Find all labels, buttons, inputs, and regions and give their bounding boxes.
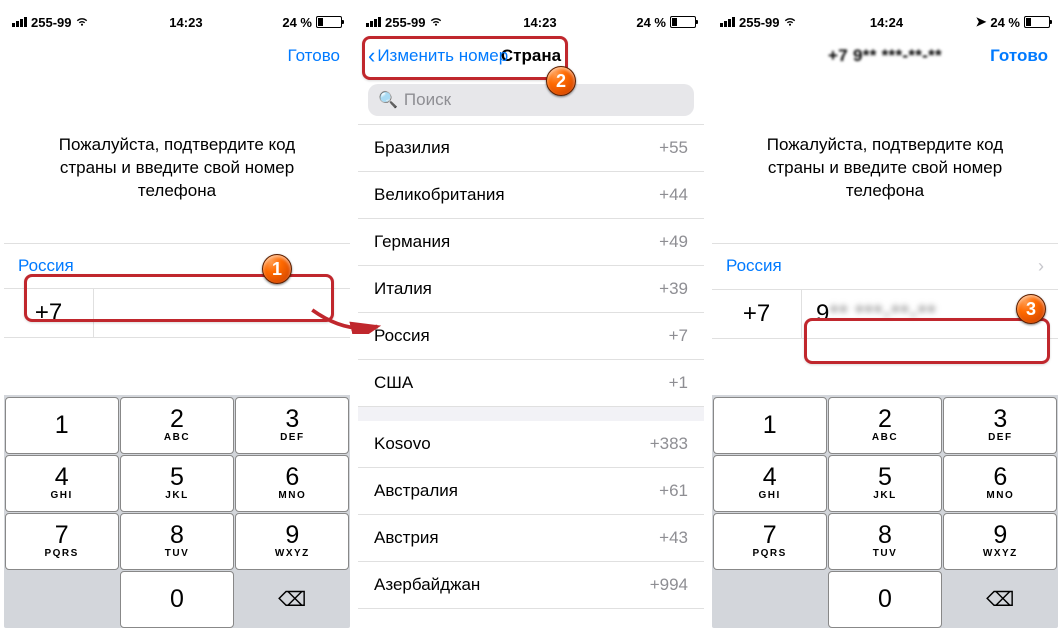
done-button[interactable]: Готово (288, 46, 341, 66)
key-7[interactable]: 7PQRS (5, 513, 119, 570)
key-9[interactable]: 9WXYZ (943, 513, 1057, 570)
back-label: Изменить номер (377, 46, 508, 66)
country-name: Россия (726, 256, 782, 276)
key-2[interactable]: 2ABC (828, 397, 942, 454)
battery-icon (316, 16, 342, 28)
back-button[interactable]: ‹ Изменить номер (368, 45, 508, 67)
key-6[interactable]: 6MNO (235, 455, 349, 512)
country-row[interactable]: Россия+7 (358, 313, 704, 360)
battery-percent: 24 % (636, 15, 666, 30)
chevron-right-icon: › (1038, 256, 1044, 277)
country-row[interactable]: Kosovo+383 (358, 421, 704, 468)
key-5[interactable]: 5JKL (120, 455, 234, 512)
search-icon: 🔍 (378, 90, 398, 110)
status-time: 14:23 (169, 15, 202, 30)
signal-icon (12, 17, 27, 27)
signal-icon (720, 17, 735, 27)
screen-2-country-list: 255-99 14:23 24 % ‹ Изменить номер Стран… (358, 4, 704, 628)
numeric-keypad: 1 2ABC 3DEF 4GHI 5JKL 6MNO 7PQRS 8TUV 9W… (4, 395, 350, 628)
key-backspace[interactable]: ⌫ (943, 571, 1057, 628)
country-list-popular: Бразилия+55 Великобритания+44 Германия+4… (358, 124, 704, 407)
phone-number-input[interactable] (94, 303, 350, 323)
status-bar: 255-99 14:23 24 % (4, 10, 350, 34)
key-1[interactable]: 1 (713, 397, 827, 454)
key-4[interactable]: 4GHI (713, 455, 827, 512)
phone-input-row[interactable]: +7 9** ***-**-** (712, 290, 1058, 339)
key-6[interactable]: 6MNO (943, 455, 1057, 512)
instruction-text: Пожалуйста, подтвердите код страны и вве… (4, 78, 350, 243)
key-8[interactable]: 8TUV (828, 513, 942, 570)
carrier-label: 255-99 (31, 15, 71, 30)
country-list-all: Kosovo+383 Австралия+61 Австрия+43 Азерб… (358, 421, 704, 609)
key-0[interactable]: 0 (828, 571, 942, 628)
status-time: 14:23 (523, 15, 556, 30)
carrier-label: 255-99 (739, 15, 779, 30)
battery-percent: 24 % (282, 15, 312, 30)
country-row[interactable]: Австрия+43 (358, 515, 704, 562)
country-name: Россия (18, 256, 74, 276)
nav-bar: Готово (4, 34, 350, 78)
instruction-text: Пожалуйста, подтвердите код страны и вве… (712, 78, 1058, 243)
country-row[interactable]: Италия+39 (358, 266, 704, 313)
battery-icon (670, 16, 696, 28)
key-3[interactable]: 3DEF (943, 397, 1057, 454)
search-field[interactable]: 🔍 Поиск (368, 84, 694, 116)
country-row[interactable]: Германия+49 (358, 219, 704, 266)
screen-3-number-entered: 255-99 14:24 ➤ 24 % +7 9** ***-**-** Гот… (712, 4, 1058, 628)
dial-code: +7 (4, 289, 94, 337)
key-3[interactable]: 3DEF (235, 397, 349, 454)
numeric-keypad: 1 2ABC 3DEF 4GHI 5JKL 6MNO 7PQRS 8TUV 9W… (712, 395, 1058, 628)
key-backspace[interactable]: ⌫ (235, 571, 349, 628)
battery-percent: 24 % (990, 15, 1020, 30)
phone-number-input[interactable]: 9** ***-**-** (802, 290, 1058, 338)
phone-input-row[interactable]: +7 (4, 289, 350, 338)
country-selector-row[interactable]: Россия (4, 243, 350, 289)
key-5[interactable]: 5JKL (828, 455, 942, 512)
country-row[interactable]: Великобритания+44 (358, 172, 704, 219)
key-4[interactable]: 4GHI (5, 455, 119, 512)
battery-icon (1024, 16, 1050, 28)
nav-bar: +7 9** ***-**-** Готово (712, 34, 1058, 78)
wifi-icon (783, 17, 797, 27)
key-empty (5, 571, 119, 628)
chevron-left-icon: ‹ (368, 45, 375, 67)
country-selector-row[interactable]: Россия › (712, 243, 1058, 290)
search-placeholder: Поиск (404, 90, 451, 110)
key-empty (713, 571, 827, 628)
carrier-label: 255-99 (385, 15, 425, 30)
screen-1-enter-phone: 255-99 14:23 24 % Готово Пожалуйста, под… (4, 4, 350, 628)
key-1[interactable]: 1 (5, 397, 119, 454)
status-time: 14:24 (870, 15, 903, 30)
done-button[interactable]: Готово (990, 46, 1048, 66)
wifi-icon (75, 17, 89, 27)
nav-bar: ‹ Изменить номер Страна (358, 34, 704, 78)
dial-code: +7 (712, 290, 802, 338)
location-icon: ➤ (975, 14, 986, 30)
country-row[interactable]: Азербайджан+994 (358, 562, 704, 609)
key-8[interactable]: 8TUV (120, 513, 234, 570)
country-row[interactable]: Австралия+61 (358, 468, 704, 515)
signal-icon (366, 17, 381, 27)
key-2[interactable]: 2ABC (120, 397, 234, 454)
country-row[interactable]: США+1 (358, 360, 704, 407)
key-0[interactable]: 0 (120, 571, 234, 628)
country-row[interactable]: Бразилия+55 (358, 125, 704, 172)
key-7[interactable]: 7PQRS (713, 513, 827, 570)
status-bar: 255-99 14:23 24 % (358, 10, 704, 34)
status-bar: 255-99 14:24 ➤ 24 % (712, 10, 1058, 34)
key-9[interactable]: 9WXYZ (235, 513, 349, 570)
wifi-icon (429, 17, 443, 27)
